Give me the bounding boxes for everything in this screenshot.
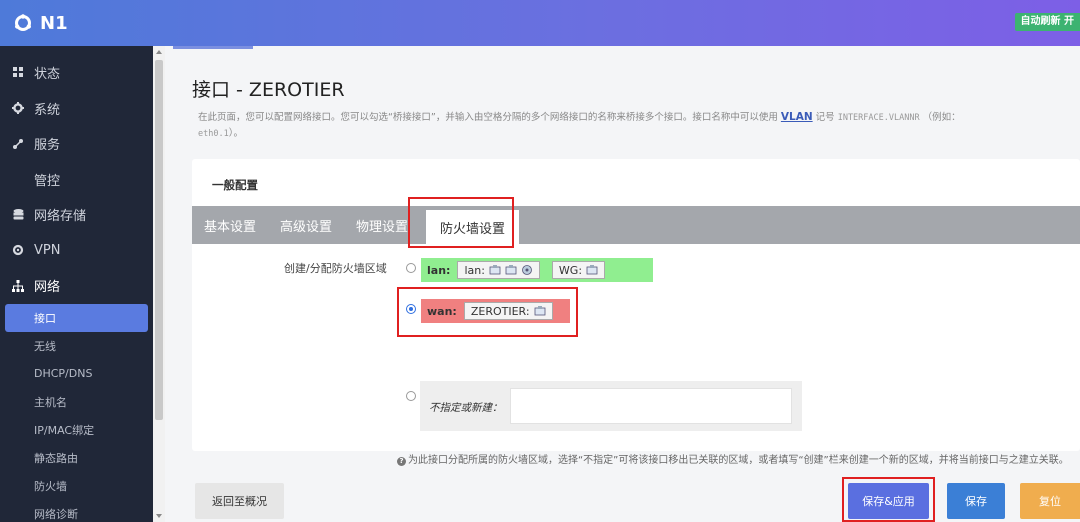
zone-radio-wan[interactable] — [406, 304, 416, 314]
tab-basic[interactable]: 基本设置 — [192, 206, 268, 244]
chip-label: lan: — [464, 263, 485, 277]
sidebar-sub-interfaces[interactable]: 接口 — [5, 303, 148, 332]
help-text: ? 为此接口分配所属的防火墙区域，选择“不指定”可将该接口移出已关联的区域，或者填… — [397, 454, 1077, 467]
sidebar-item-services[interactable]: 服务 — [0, 126, 153, 162]
sidebar-sub-diagnostics[interactable]: 网络诊断 — [0, 500, 153, 522]
sidebar-item-label: 服务 — [34, 138, 61, 154]
auto-refresh-badge[interactable]: 自动刷新 开 — [1014, 13, 1080, 31]
sidebar-sub-dhcp-dns[interactable]: DHCP/DNS — [0, 360, 153, 388]
desc-text: （例如： — [922, 112, 961, 123]
tab-physical[interactable]: 物理设置 — [344, 206, 420, 244]
zone-radio-lan[interactable] — [406, 263, 416, 273]
brand[interactable]: N1 — [14, 13, 68, 34]
field-label: 创建/分配防火墙区域 — [284, 262, 387, 275]
save-apply-button[interactable]: 保存&应用 — [848, 483, 929, 519]
zone-name: wan: — [427, 304, 457, 318]
reset-button[interactable]: 复位 — [1020, 483, 1080, 519]
sidebar-item-label: 系统 — [34, 102, 61, 118]
tab-firewall[interactable]: 防火墙设置 — [426, 210, 520, 244]
page-description: 在此页面，您可以配置网络接口。您可以勾选“桥接接口”，并输入由空格分隔的多个网络… — [198, 110, 1058, 142]
sidebar-item-label: 网络 — [34, 280, 61, 296]
top-accent-bar — [173, 46, 253, 49]
vpn-icon — [12, 244, 24, 256]
section-title: 一般配置 — [212, 178, 258, 192]
new-zone-box: 不指定或新建： — [420, 381, 802, 431]
sidebar-item-nas[interactable]: 网络存储 — [0, 197, 153, 233]
save-button[interactable]: 保存 — [947, 483, 1005, 519]
sidebar-sub-wireless[interactable]: 无线 — [0, 332, 153, 360]
zone-chip: WG: — [551, 261, 606, 279]
new-zone-input[interactable] — [510, 388, 792, 424]
desc-code: INTERFACE.VLANNR — [837, 113, 920, 123]
sidebar-scrollbar[interactable] — [153, 46, 165, 522]
chip-label: ZEROTIER: — [470, 304, 530, 318]
zone-lan[interactable]: lan: lan: WG: — [421, 258, 653, 282]
main-content: 接口 - ZEROTIER 在此页面，您可以配置网络接口。您可以勾选“桥接接口”… — [165, 46, 1080, 522]
vlan-link[interactable]: VLAN — [781, 111, 813, 123]
services-icon — [12, 138, 24, 150]
brand-name: N1 — [40, 12, 68, 34]
chip-label: WG: — [558, 263, 583, 277]
desc-text: 在此页面，您可以配置网络接口。您可以勾选“桥接接口”，并输入由空格分隔的多个网络… — [198, 112, 778, 123]
help-text-content: 为此接口分配所属的防火墙区域，选择“不指定”可将该接口移出已关联的区域，或者填写… — [408, 455, 1069, 466]
sidebar-item-label: 管控 — [34, 173, 61, 189]
desc-text: 记号 — [815, 112, 835, 123]
storage-icon — [12, 208, 24, 221]
network-icon — [12, 279, 24, 292]
sidebar-item-label: 网络存储 — [34, 209, 87, 225]
zone-chip: ZEROTIER: — [463, 302, 553, 320]
sidebar-sub-hostnames[interactable]: 主机名 — [0, 388, 153, 416]
sidebar-sub-ip-mac-binding[interactable]: IP/MAC绑定 — [0, 416, 153, 444]
sidebar-item-system[interactable]: 系统 — [0, 91, 153, 127]
gear-icon — [12, 102, 24, 115]
zone-chip: lan: — [457, 261, 540, 279]
wifi-icon — [521, 264, 533, 276]
zone-name: lan: — [427, 263, 451, 277]
page-title: 接口 - ZEROTIER — [192, 79, 345, 101]
sidebar-item-control[interactable]: 管控 — [0, 162, 153, 198]
ethernet-port-icon — [489, 264, 501, 276]
sidebar-sub-firewall[interactable]: 防火墙 — [0, 472, 153, 500]
scroll-thumb[interactable] — [155, 60, 163, 420]
zone-radio-new[interactable] — [406, 391, 416, 401]
tab-advanced[interactable]: 高级设置 — [268, 206, 344, 244]
help-icon: ? — [397, 457, 406, 466]
new-zone-label: 不指定或新建： — [429, 402, 503, 414]
desc-code: eth0.1 — [198, 129, 229, 139]
sidebar: 状态 系统 服务 管控 网络存储 VPN 网络 接口 无线 DHCP/DNS 主… — [0, 46, 153, 522]
scroll-down-arrow-icon[interactable] — [156, 514, 162, 518]
desc-text: ）。 — [228, 128, 243, 139]
sidebar-item-network[interactable]: 网络 — [0, 268, 153, 304]
scroll-up-arrow-icon[interactable] — [156, 50, 162, 54]
logo-icon — [15, 14, 31, 31]
sidebar-item-label: 状态 — [34, 67, 61, 83]
sidebar-item-status[interactable]: 状态 — [0, 55, 153, 91]
back-to-overview-button[interactable]: 返回至概况 — [195, 483, 284, 519]
top-header: N1 自动刷新 开 — [0, 0, 1080, 46]
general-config-card: 一般配置 基本设置 高级设置 物理设置 防火墙设置 创建/分配防火墙区域 lan… — [192, 159, 1080, 466]
sidebar-item-label: VPN — [34, 242, 61, 258]
sidebar-item-vpn[interactable]: VPN — [0, 233, 153, 269]
ethernet-port-icon — [586, 264, 598, 276]
zone-wan[interactable]: wan: ZEROTIER: — [421, 299, 570, 323]
ethernet-port-icon — [505, 264, 517, 276]
ethernet-port-icon — [534, 305, 546, 317]
dashboard-icon — [12, 67, 24, 79]
tab-bar: 基本设置 高级设置 物理设置 防火墙设置 — [192, 206, 1080, 244]
sidebar-sub-static-routes[interactable]: 静态路由 — [0, 444, 153, 472]
